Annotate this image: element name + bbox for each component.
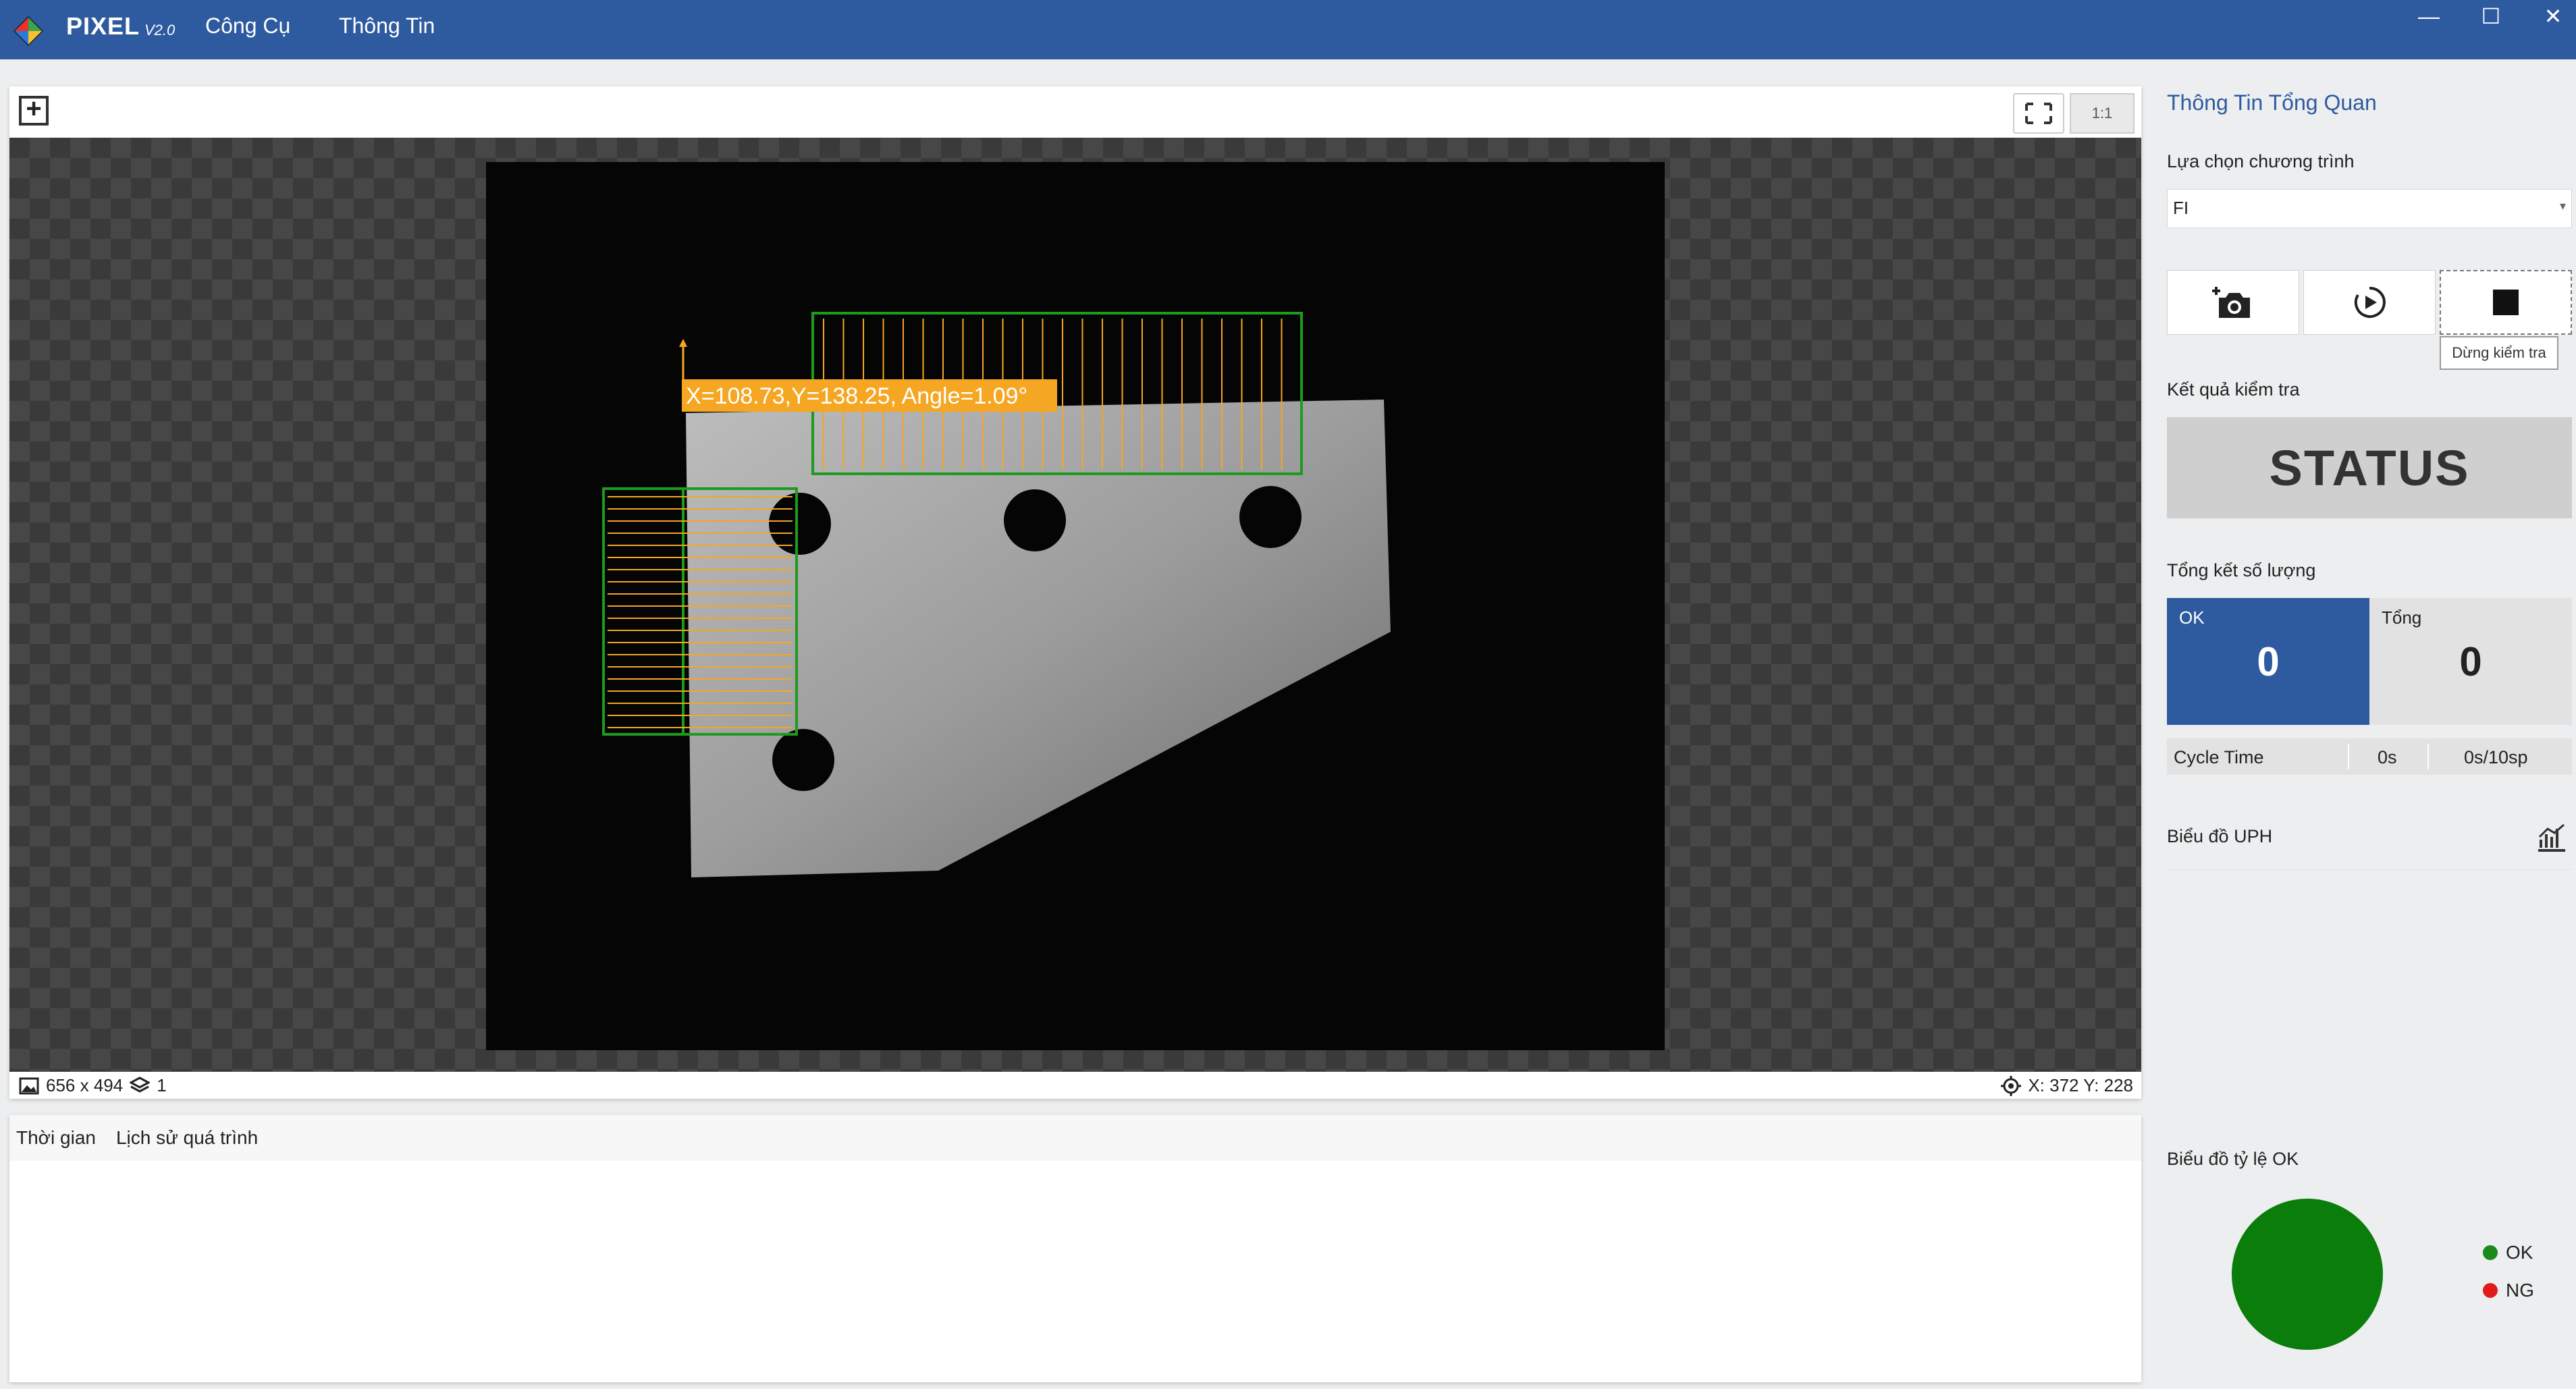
legend-ng: NG <box>2483 1280 2534 1301</box>
stop-inspection-button[interactable] <box>2440 270 2572 335</box>
app-version: V2.0 <box>144 22 176 38</box>
uph-chart-label: Biểu đồ UPH <box>2167 826 2273 846</box>
ok-ratio-pie-chart <box>2232 1199 2383 1350</box>
part-hole <box>1239 486 1302 548</box>
chevron-down-icon: ▾ <box>2559 199 2566 213</box>
stop-tooltip: Dừng kiểm tra <box>2440 336 2558 370</box>
capture-button[interactable] <box>2167 270 2299 335</box>
run-button[interactable] <box>2303 270 2436 335</box>
overview-panel: Thông Tin Tổng Quan Lựa chọn chương trìn… <box>2156 59 2576 1389</box>
program-select[interactable]: FI ▾ <box>2167 189 2572 228</box>
status-display: STATUS <box>2167 417 2572 518</box>
add-camera-icon <box>2212 287 2250 318</box>
stop-icon <box>2493 290 2519 315</box>
legend-ng-dot <box>2483 1283 2498 1298</box>
summary-label: Tổng kết số lượng <box>2167 560 2316 580</box>
cycle-time-label: Cycle Time <box>2174 747 2264 767</box>
total-label: Tổng <box>2382 607 2422 628</box>
total-count-card: Tổng 0 <box>2369 598 2572 725</box>
app-name: PIXEL <box>66 12 140 40</box>
menu-thong-tin[interactable]: Thông Tin <box>339 13 435 38</box>
history-header: Thời gian Lịch sử quá trình <box>9 1115 2141 1161</box>
overview-title: Thông Tin Tổng Quan <box>2167 90 2377 115</box>
minimize-button[interactable]: — <box>2409 3 2449 43</box>
legend-ok-label: OK <box>2506 1242 2533 1263</box>
legend-ok-dot <box>2483 1245 2498 1260</box>
menu-cong-cu[interactable]: Công Cụ <box>205 13 290 38</box>
fullscreen-icon <box>2025 103 2052 124</box>
cursor-position: X: 372 Y: 228 <box>2028 1075 2133 1095</box>
program-label: Lựa chọn chương trình <box>2167 151 2355 171</box>
image-icon <box>19 1077 39 1094</box>
ok-ratio-chart-label: Biểu đồ tỷ lệ OK <box>2167 1149 2299 1169</box>
crosshair-icon <box>2001 1075 2022 1096</box>
ok-label: OK <box>2179 607 2205 628</box>
column-process-history[interactable]: Lịch sử quá trình <box>116 1127 258 1149</box>
pie-slice-ok <box>2232 1199 2383 1350</box>
layer-count: 1 <box>157 1075 167 1095</box>
metal-part <box>686 400 1391 877</box>
program-value: FI <box>2173 198 2189 218</box>
ok-count: 0 <box>2257 639 2280 684</box>
title-bar: PIXEL V2.0 Công Cụ Thông Tin — ☐ ✕ <box>0 0 2576 59</box>
close-button[interactable]: ✕ <box>2533 3 2573 43</box>
part-hole <box>772 729 834 791</box>
cycle-rate-value: 0s/10sp <box>2464 747 2528 767</box>
legend-ok: OK <box>2483 1242 2533 1263</box>
result-overlay-text: X=108.73,Y=138.25, Angle=1.09° <box>686 383 1027 409</box>
column-time[interactable]: Thời gian <box>16 1127 96 1149</box>
total-count: 0 <box>2459 639 2482 684</box>
maximize-button[interactable]: ☐ <box>2471 3 2511 43</box>
uph-chart <box>2167 869 2572 1092</box>
image-viewer: + 1:1 X=108.73,Y=138.25, Angle=1.09° 656… <box>9 86 2141 1099</box>
pixel-logo-icon <box>14 16 43 46</box>
cycle-time-value: 0s <box>2378 747 2397 767</box>
image-canvas[interactable]: X=108.73,Y=138.25, Angle=1.09° <box>9 138 2141 1072</box>
play-circle-icon <box>2354 286 2386 318</box>
camera-image: X=108.73,Y=138.25, Angle=1.09° <box>486 162 1665 1050</box>
cycle-time-row: Cycle Time 0s 0s/10sp <box>2167 738 2572 775</box>
result-label: Kết quả kiểm tra <box>2167 379 2300 400</box>
ok-count-card: OK 0 <box>2167 598 2369 725</box>
image-size: 656 x 494 <box>46 1075 124 1095</box>
viewer-status-bar: 656 x 494 1 X: 372 Y: 228 <box>9 1072 2141 1099</box>
chart-settings-icon[interactable] <box>2535 821 2568 853</box>
history-panel: Thời gian Lịch sử quá trình <box>9 1115 2141 1382</box>
actual-size-button[interactable]: 1:1 <box>2070 93 2135 134</box>
layers-icon <box>130 1076 151 1093</box>
inspection-image: X=108.73,Y=138.25, Angle=1.09° <box>602 312 1391 877</box>
fit-screen-button[interactable] <box>2013 93 2064 134</box>
legend-ng-label: NG <box>2506 1280 2534 1301</box>
add-roi-icon[interactable]: + <box>19 95 49 126</box>
viewer-toolbar: + 1:1 <box>9 86 2141 138</box>
part-hole <box>1004 489 1066 551</box>
